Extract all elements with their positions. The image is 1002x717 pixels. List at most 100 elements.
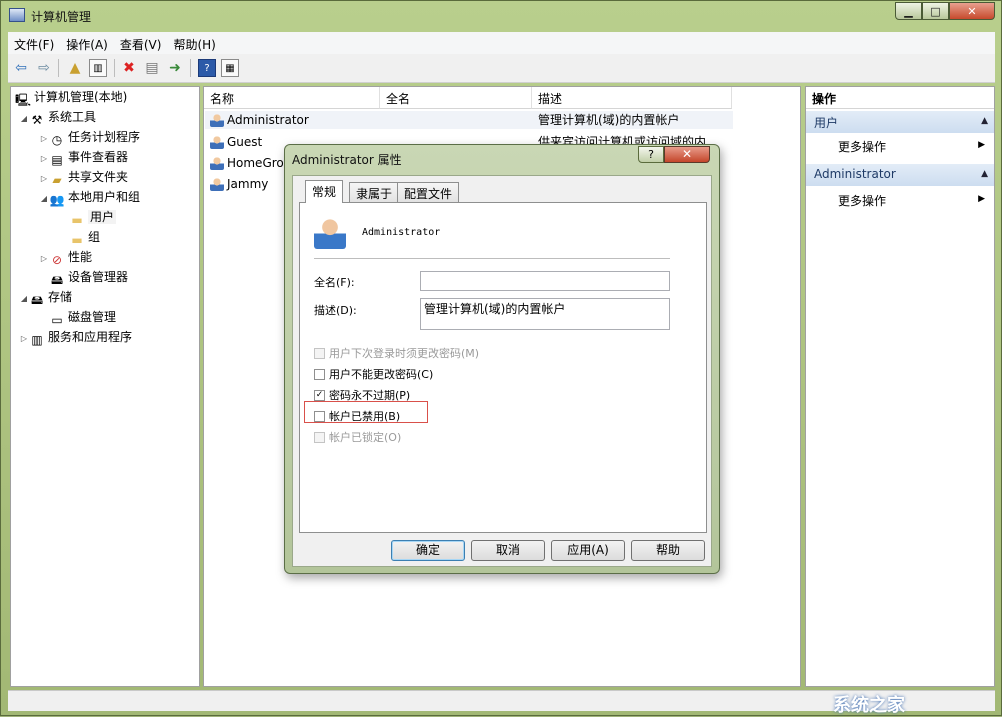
checkbox-box[interactable] [314, 368, 325, 380]
collapsed-arrow-icon[interactable]: ▷ [39, 169, 49, 189]
tree-item-device-manager[interactable]: 🖴 设备管理器 [49, 267, 128, 287]
minimize-button[interactable]: ▁ [895, 2, 922, 20]
tab-member-of[interactable]: 隶属于 [349, 182, 400, 202]
expanded-arrow-icon[interactable]: ◢ [19, 109, 29, 129]
help-button[interactable]: 帮助 [631, 540, 705, 561]
collapse-arrow-icon[interactable]: ▲ [981, 169, 988, 179]
actions-section-users[interactable]: 用户 ▲ [806, 111, 994, 133]
storage-icon: 🖴 [30, 293, 44, 307]
checkbox-box[interactable] [314, 431, 325, 443]
table-row[interactable]: Guest [210, 132, 262, 152]
checkbox-box[interactable] [314, 347, 325, 359]
table-row[interactable]: Jammy [210, 174, 268, 194]
separator [314, 258, 670, 259]
tree-item-root[interactable]: 🖳 计算机管理(本地) [15, 87, 127, 107]
properties-icon[interactable]: ▤ [143, 59, 161, 77]
maximize-button[interactable]: □ [922, 2, 949, 20]
collapse-arrow-icon[interactable]: ▲ [981, 116, 988, 126]
actions-header: 操作 [806, 87, 994, 109]
folder-icon: ▬ [71, 213, 83, 227]
toolbar: ⇦ ⇨ ▲ ▥ ✖ ▤ ➜ ? ▦ [8, 54, 995, 83]
menu-file[interactable]: 文件(F) [8, 32, 60, 53]
event-viewer-icon: ▤ [51, 153, 63, 167]
users-group-icon: 👥 [49, 193, 65, 207]
more-actions-users[interactable]: 更多操作 [838, 138, 886, 155]
apply-button[interactable]: 应用(A) [551, 540, 625, 561]
back-arrow-icon[interactable]: ⇦ [12, 59, 30, 77]
username-label: Administrator [362, 227, 441, 238]
tree-item-groups[interactable]: ▬ 组 [69, 227, 100, 247]
cannot-change-password-checkbox[interactable]: 用户不能更改密码(C) [314, 366, 433, 382]
tree-item-storage[interactable]: ◢ 🖴 存储 [19, 287, 72, 307]
watermark-logo: 系统之家 [833, 695, 905, 716]
general-tab-page: Administrator 全名(F): 描述(D): 管理计算机(域)的内置帐… [299, 202, 707, 533]
ok-button[interactable]: 确定 [391, 540, 465, 561]
dialog-help-button[interactable]: ? [638, 146, 664, 163]
dialog-body: 常规 隶属于 配置文件 Administrator 全名(F): 描述(D): … [292, 175, 712, 567]
row-description: 管理计算机(域)的内置帐户 [538, 113, 680, 127]
tree-item-event-viewer[interactable]: ▷ ▤ 事件查看器 [39, 147, 128, 167]
fullname-label: 全名(F): [314, 276, 355, 289]
tab-profile[interactable]: 配置文件 [397, 182, 460, 202]
submenu-arrow-icon: ▶ [978, 140, 985, 150]
collapsed-arrow-icon[interactable]: ▷ [39, 249, 49, 269]
disk-icon: ▭ [51, 313, 63, 327]
export-icon[interactable]: ➜ [166, 59, 184, 77]
forward-arrow-icon[interactable]: ⇨ [35, 59, 53, 77]
action-pane-icon[interactable]: ▦ [221, 59, 239, 77]
account-disabled-checkbox[interactable]: 帐户已禁用(B) [314, 408, 400, 424]
window-title: 计算机管理 [31, 10, 92, 24]
tree-item-performance[interactable]: ▷ ⊘ 性能 [39, 247, 92, 267]
show-hide-tree-icon[interactable]: ▥ [89, 59, 107, 77]
cancel-button[interactable]: 取消 [471, 540, 545, 561]
checkbox-box[interactable] [314, 410, 325, 422]
column-header-fullname[interactable]: 全名 [380, 87, 532, 109]
column-header-name[interactable]: 名称 [204, 87, 380, 109]
expanded-arrow-icon[interactable]: ◢ [19, 289, 29, 309]
tab-general[interactable]: 常规 [305, 180, 344, 203]
properties-dialog: Administrator 属性 ? ✕ 常规 隶属于 配置文件 Adminis… [284, 144, 720, 574]
tree-item-disk-management[interactable]: ▭ 磁盘管理 [49, 307, 116, 327]
account-locked-checkbox[interactable]: 帐户已锁定(O) [314, 429, 401, 445]
actions-section-administrator[interactable]: Administrator ▲ [806, 164, 994, 186]
user-icon [210, 135, 224, 149]
must-change-password-checkbox[interactable]: 用户下次登录时须更改密码(M) [314, 345, 479, 361]
menu-bar: 文件(F) 操作(A) 查看(V) 帮助(H) [8, 32, 995, 54]
collapsed-arrow-icon[interactable]: ▷ [39, 149, 49, 169]
description-field[interactable]: 管理计算机(域)的内置帐户 [420, 298, 670, 330]
user-icon [314, 217, 346, 249]
table-row[interactable]: HomeGro [210, 153, 286, 173]
tree-item-services-apps[interactable]: ▷ ▥ 服务和应用程序 [19, 327, 132, 347]
collapsed-arrow-icon[interactable]: ▷ [39, 129, 49, 149]
menu-action[interactable]: 操作(A) [60, 32, 114, 53]
console-tree: 🖳 计算机管理(本地) ◢ ⚒ 系统工具 ▷ ◷ 任务计划程序 ▷ ▤ 事件查看器 ▷ ▰ 共享文… [10, 86, 200, 687]
tree-item-system-tools[interactable]: ◢ ⚒ 系统工具 [19, 107, 96, 127]
expanded-arrow-icon[interactable]: ◢ [39, 189, 49, 209]
delete-icon[interactable]: ✖ [120, 59, 138, 77]
computer-management-icon [9, 8, 25, 22]
checkmark-icon[interactable]: ✓ [314, 389, 325, 401]
services-icon: ▥ [31, 333, 43, 347]
column-header-description[interactable]: 描述 [532, 87, 732, 109]
collapsed-arrow-icon[interactable]: ▷ [19, 329, 29, 349]
menu-view[interactable]: 查看(V) [114, 32, 168, 53]
up-folder-icon[interactable]: ▲ [66, 59, 84, 77]
description-label: 描述(D): [314, 304, 357, 317]
menu-help[interactable]: 帮助(H) [167, 32, 221, 53]
device-manager-icon: 🖴 [50, 273, 64, 287]
close-button[interactable]: ✕ [949, 2, 995, 20]
main-window: 计算机管理 ▁ □ ✕ 文件(F) 操作(A) 查看(V) 帮助(H) ⇦ ⇨ ▲ ▥… [0, 0, 1002, 716]
help-icon[interactable]: ? [198, 59, 216, 77]
title-bar[interactable]: 计算机管理 ▁ □ ✕ [1, 1, 1001, 31]
more-actions-administrator[interactable]: 更多操作 [838, 192, 886, 209]
tree-item-users[interactable]: ▬ 用户 [69, 207, 117, 227]
performance-icon: ⊘ [51, 253, 63, 267]
tools-icon: ⚒ [31, 113, 43, 127]
tree-item-local-users-groups[interactable]: ◢ 👥 本地用户和组 [39, 187, 140, 207]
dialog-close-button[interactable]: ✕ [664, 146, 710, 163]
tree-item-shared-folders[interactable]: ▷ ▰ 共享文件夹 [39, 167, 128, 187]
fullname-field[interactable] [420, 271, 670, 291]
tree-item-task-scheduler[interactable]: ▷ ◷ 任务计划程序 [39, 127, 140, 147]
table-row[interactable]: Administrator [210, 110, 309, 130]
user-icon [210, 156, 224, 170]
